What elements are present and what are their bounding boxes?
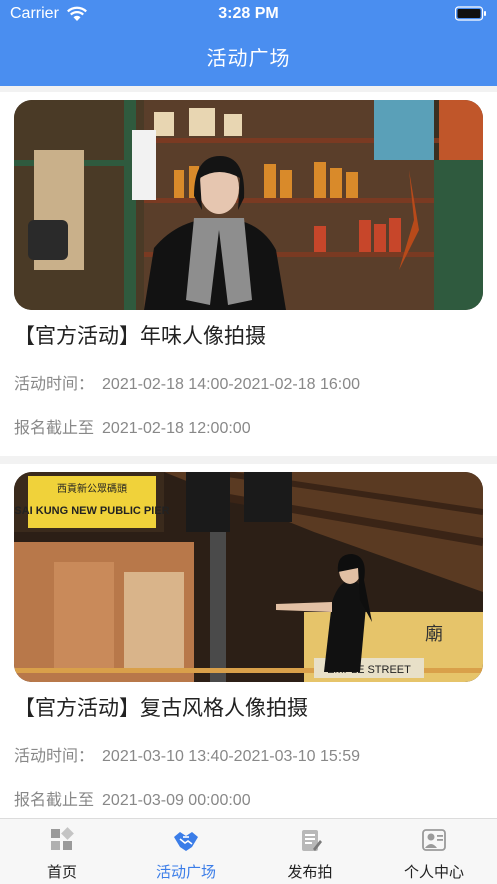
activity-title[interactable]: 【官方活动】年味人像拍摄 (14, 320, 266, 350)
tab-publish-label: 发布拍 (287, 864, 333, 881)
handshake-icon (174, 832, 198, 851)
shop-portrait-photo (14, 100, 483, 310)
activity-time: 活动时间： 2021-03-10 13:40-2021-03-10 15:59 (14, 742, 360, 766)
tab-profile-label: 个人中心 (403, 864, 464, 881)
status-bar: Carrier 3:28 PM (0, 0, 497, 30)
activity-time-label: 活动时间： (14, 748, 95, 765)
signup-deadline-value: 2021-03-09 00:00:00 (102, 792, 251, 809)
tab-publish[interactable]: 发布拍 (248, 819, 372, 884)
tab-home-label: 首页 (46, 864, 77, 881)
activity-time-label: 活动时间： (14, 376, 95, 393)
tab-activity-plaza-label: 活动广场 (155, 864, 216, 881)
pier-sign-chinese: 西貢新公眾碼頭 (57, 482, 127, 495)
tab-home[interactable]: 首页 (0, 819, 124, 884)
activity-photo[interactable]: 西貢新公眾碼頭 SAI KUNG NEW PUBLIC PIER EMPLE S… (14, 472, 483, 682)
app-header: Carrier 3:28 PM 活动广场 (0, 0, 497, 86)
activity-time: 活动时间： 2021-02-18 14:00-2021-02-18 16:00 (14, 370, 360, 394)
activity-feed[interactable]: 【官方活动】年味人像拍摄 活动时间： 2021-02-18 14:00-2021-… (0, 86, 497, 818)
pier-portrait-photo: 西貢新公眾碼頭 SAI KUNG NEW PUBLIC PIER EMPLE S… (14, 472, 483, 682)
signup-deadline-value: 2021-02-18 12:00:00 (102, 420, 251, 437)
signup-deadline: 报名截止至 2021-03-09 00:00:00 (14, 786, 251, 810)
temple-sign-text: 廟 (425, 624, 443, 645)
tab-profile[interactable]: 个人中心 (372, 819, 496, 884)
clock: 3:28 PM (218, 5, 279, 22)
activity-photo[interactable] (14, 100, 483, 310)
profile-icon (422, 829, 446, 851)
signup-deadline-label: 报名截止至 (14, 792, 95, 809)
home-grid-icon (51, 827, 74, 850)
activity-time-value: 2021-03-10 13:40-2021-03-10 15:59 (102, 748, 360, 765)
signup-deadline-label: 报名截止至 (14, 420, 95, 437)
activity-time-value: 2021-02-18 14:00-2021-02-18 16:00 (102, 376, 360, 393)
activity-card[interactable]: 西貢新公眾碼頭 SAI KUNG NEW PUBLIC PIER EMPLE S… (0, 464, 497, 818)
pier-sign-english: SAI KUNG NEW PUBLIC PIER (14, 505, 169, 517)
signup-deadline: 报名截止至 2021-02-18 12:00:00 (14, 414, 251, 438)
activity-card[interactable]: 【官方活动】年味人像拍摄 活动时间： 2021-02-18 14:00-2021-… (0, 92, 497, 456)
page-title: 活动广场 (206, 48, 291, 70)
battery-icon (455, 6, 486, 21)
tab-bar: 首页 活动广场 发布拍 个人中心 (0, 818, 497, 884)
tab-activity-plaza[interactable]: 活动广场 (124, 819, 248, 884)
publish-icon (302, 830, 322, 851)
activity-title[interactable]: 【官方活动】复古风格人像拍摄 (14, 692, 308, 722)
